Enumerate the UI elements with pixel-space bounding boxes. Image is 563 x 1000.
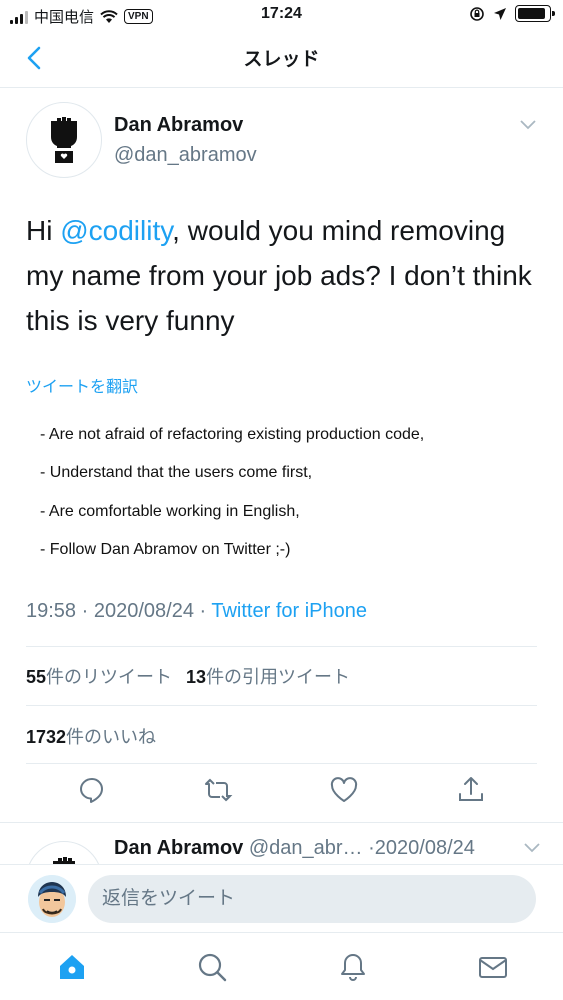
divider xyxy=(26,646,537,647)
page-title: スレッド xyxy=(243,49,320,70)
retweets-count: 55 xyxy=(26,667,47,687)
tweet-text: Hi @codility, would you mind removing my… xyxy=(26,208,541,343)
tweet-source-link[interactable]: Twitter for iPhone xyxy=(211,600,367,622)
status-bar: 中国电信 VPN 17:24 xyxy=(0,0,563,30)
likes-stats[interactable]: 1732件のいいね xyxy=(26,723,156,749)
notifications-bell-icon[interactable] xyxy=(337,951,369,983)
image-line: - Follow Dan Abramov on Twitter ;-) xyxy=(40,541,291,558)
retweet-icon[interactable] xyxy=(203,775,233,805)
author-handle[interactable]: @dan_abramov xyxy=(114,144,257,167)
tab-bar xyxy=(0,932,563,1000)
like-heart-icon[interactable] xyxy=(329,775,359,805)
image-line: - Are comfortable working in English, xyxy=(40,503,300,520)
translate-link[interactable]: ツイートを翻訳 xyxy=(26,373,138,397)
quotes-label: 件の引用ツイート xyxy=(206,667,351,687)
image-line: - Understand that the users come first, xyxy=(40,464,313,481)
reply-header: Dan Abramov @dan_abr… ·2020/08/24 xyxy=(114,837,475,860)
share-icon[interactable] xyxy=(456,775,486,805)
image-line: - Are not afraid of refactoring existing… xyxy=(40,426,425,443)
tweet-actions xyxy=(0,775,563,815)
reply-tweet[interactable]: Dan Abramov @dan_abr… ·2020/08/24 xyxy=(0,822,563,864)
user-avatar[interactable] xyxy=(28,875,76,923)
chevron-down-icon[interactable] xyxy=(523,841,541,853)
mention-link[interactable]: @codility xyxy=(60,215,172,246)
tweet-image[interactable]: - Are not afraid of refactoring existing… xyxy=(26,412,541,582)
cartoon-face-icon xyxy=(28,875,76,923)
divider xyxy=(26,763,537,764)
navigation-bar: スレッド xyxy=(0,30,563,88)
reply-icon[interactable] xyxy=(77,775,107,805)
reply-composer: 返信をツイート xyxy=(0,864,563,932)
orientation-lock-icon xyxy=(470,6,484,21)
messages-envelope-icon[interactable] xyxy=(477,951,509,983)
reply-date: ·2020/08/24 xyxy=(368,837,475,859)
likes-count: 1732 xyxy=(26,727,67,747)
author-name[interactable]: Dan Abramov xyxy=(114,114,243,137)
avatar[interactable] xyxy=(26,102,102,178)
location-icon xyxy=(494,7,506,20)
tweet-meta: 19:58 · 2020/08/24 · Twitter for iPhone xyxy=(26,600,367,623)
retweet-stats[interactable]: 55件のリツイート 13件の引用ツイート xyxy=(26,663,350,689)
raised-fist-icon xyxy=(51,117,77,163)
retweets-label: 件のリツイート xyxy=(46,667,173,687)
likes-label: 件のいいね xyxy=(66,727,157,747)
home-icon[interactable] xyxy=(56,951,88,983)
reply-input[interactable]: 返信をツイート xyxy=(88,875,536,923)
divider xyxy=(26,705,537,706)
tweet-author: Dan Abramov @dan_abramov xyxy=(26,100,541,180)
quotes-count: 13 xyxy=(186,667,207,687)
tweet-time: 19:58 xyxy=(26,600,77,622)
chevron-down-icon[interactable] xyxy=(519,118,537,130)
reply-author-name[interactable]: Dan Abramov xyxy=(114,837,243,859)
search-icon[interactable] xyxy=(196,951,228,983)
separator: · xyxy=(76,600,94,622)
tweet-text-prefix: Hi xyxy=(26,215,61,246)
reply-author-handle: @dan_abr… xyxy=(248,837,363,859)
separator: · xyxy=(193,600,212,622)
avatar[interactable] xyxy=(26,841,102,864)
battery-icon xyxy=(515,5,555,22)
raised-fist-icon xyxy=(53,857,75,864)
tweet-date: 2020/08/24 xyxy=(93,600,194,622)
